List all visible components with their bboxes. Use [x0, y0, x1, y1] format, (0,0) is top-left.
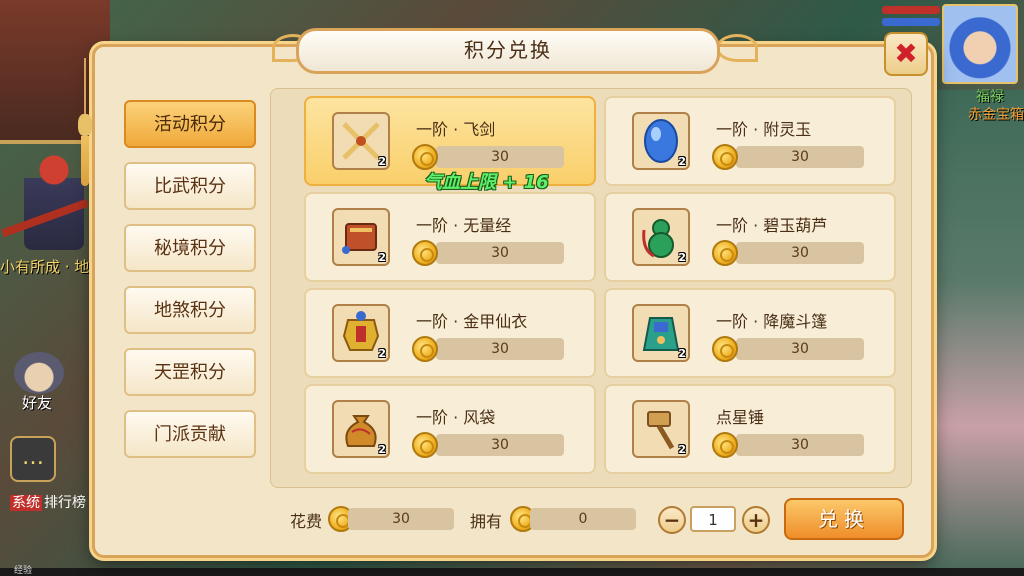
background-status-text: 小有所成 · 地 [0, 258, 90, 276]
item-card-scripture[interactable]: 2 一阶 · 无量经 30 [304, 192, 596, 282]
item-count: 2 [378, 347, 386, 360]
item-slot: 2 [632, 400, 690, 458]
mp-bar [882, 18, 940, 26]
cost-label: 花费 [290, 512, 323, 531]
player-name: 福禄 [976, 89, 1004, 105]
tab-label: 天罡积分 [154, 362, 226, 383]
item-name: 一阶 · 风袋 [416, 408, 496, 427]
item-slot: 2 [632, 304, 690, 362]
chat-system-tag: 系统 [10, 495, 42, 511]
experience-bar [0, 568, 1024, 576]
item-price: 30 [436, 434, 564, 456]
item-slot: 2 [632, 112, 690, 170]
item-card-jade-gourd[interactable]: 2 一阶 · 碧玉葫芦 30 [604, 192, 896, 282]
item-count: 2 [678, 155, 686, 168]
item-name: 一阶 · 降魔斗篷 [716, 312, 828, 331]
coin-icon [712, 336, 738, 362]
close-button[interactable]: ✖ [884, 32, 928, 76]
tassel-decoration [78, 58, 92, 188]
chat-bubble-icon[interactable]: … [10, 436, 56, 482]
friend-label[interactable]: 好友 [22, 392, 52, 413]
item-slot: 2 [632, 208, 690, 266]
item-price: 30 [436, 146, 564, 168]
background-hero-character [24, 150, 84, 250]
tab-tiangang-points[interactable]: 天罡积分 [124, 348, 256, 396]
exchange-button-label: 兑换 [818, 507, 870, 531]
item-slot: 2 [332, 112, 390, 170]
cost-value: 30 [348, 508, 454, 530]
item-card-star-hammer[interactable]: 2 点星锤 30 [604, 384, 896, 474]
exchange-button[interactable]: 兑换 [784, 498, 904, 540]
background-right-scene [928, 90, 1024, 570]
hp-bar [882, 6, 940, 14]
tab-label: 秘境积分 [154, 238, 226, 259]
chat-text: 排行榜 [44, 495, 86, 511]
item-card-spirit-jade[interactable]: 2 一阶 · 附灵玉 30 [604, 96, 896, 186]
player-avatar-icon[interactable] [942, 4, 1018, 84]
item-card-demon-cloak[interactable]: 2 一阶 · 降魔斗篷 30 [604, 288, 896, 378]
item-card-golden-armor[interactable]: 2 一阶 · 金甲仙衣 30 [304, 288, 596, 378]
item-count: 2 [678, 251, 686, 264]
item-name: 一阶 · 附灵玉 [716, 120, 812, 139]
item-name: 点星锤 [716, 408, 765, 427]
title-curl-right-decoration [716, 34, 758, 62]
friend-avatar-icon[interactable] [14, 352, 64, 394]
item-name: 一阶 · 无量经 [416, 216, 512, 235]
item-count: 2 [378, 155, 386, 168]
stat-bonus-popup: 气血上限 + 16 [424, 172, 549, 193]
coin-icon [412, 144, 438, 170]
item-price: 30 [736, 434, 864, 456]
tab-label: 活动积分 [154, 114, 226, 135]
coin-icon [712, 432, 738, 458]
item-count: 2 [678, 443, 686, 456]
increase-quantity-button[interactable]: + [742, 506, 770, 534]
quantity-input[interactable]: 1 [690, 506, 736, 532]
tab-secret-realm-points[interactable]: 秘境积分 [124, 224, 256, 272]
item-price: 30 [436, 242, 564, 264]
dialog-title: 积分兑换 [464, 38, 552, 62]
tab-disha-points[interactable]: 地煞积分 [124, 286, 256, 334]
item-price: 30 [736, 146, 864, 168]
item-card-wind-bag[interactable]: 2 一阶 · 风袋 30 [304, 384, 596, 474]
item-count: 2 [378, 443, 386, 456]
item-price: 30 [736, 242, 864, 264]
owned-value: 0 [530, 508, 636, 530]
tab-label: 门派贡献 [154, 424, 226, 445]
item-count: 2 [378, 251, 386, 264]
tab-label: 地煞积分 [154, 300, 226, 321]
coin-icon [712, 144, 738, 170]
experience-label: 经验 [14, 566, 33, 576]
item-price: 30 [436, 338, 564, 360]
item-slot: 2 [332, 208, 390, 266]
coin-icon [412, 432, 438, 458]
chat-line: 系统 排行榜 [10, 492, 86, 512]
coin-icon [412, 336, 438, 362]
coin-icon [712, 240, 738, 266]
dialog-title-bar: 积分兑换 [296, 28, 720, 74]
close-icon: ✖ [894, 37, 918, 70]
item-name: 一阶 · 金甲仙衣 [416, 312, 528, 331]
tab-activity-points[interactable]: 活动积分 [124, 100, 256, 148]
tab-label: 比武积分 [154, 176, 226, 197]
item-name: 一阶 · 碧玉葫芦 [716, 216, 828, 235]
owned-label: 拥有 [470, 512, 503, 531]
item-name: 一阶 · 飞剑 [416, 120, 496, 139]
item-slot: 2 [332, 304, 390, 362]
item-slot: 2 [332, 400, 390, 458]
tab-sect-contribution[interactable]: 门派贡献 [124, 410, 256, 458]
decrease-quantity-button[interactable]: − [658, 506, 686, 534]
coin-icon [412, 240, 438, 266]
player-title: 赤金宝箱 [968, 107, 1024, 123]
item-price: 30 [736, 338, 864, 360]
item-count: 2 [678, 347, 686, 360]
tab-arena-points[interactable]: 比武积分 [124, 162, 256, 210]
